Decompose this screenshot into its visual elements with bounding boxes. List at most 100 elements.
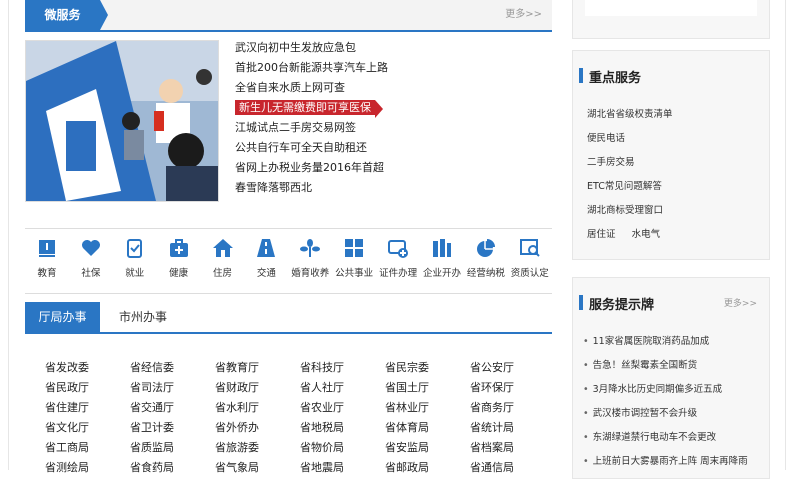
department-link[interactable]: 省住建厅 (45, 398, 130, 418)
service-business-setup[interactable]: 企业开办 (420, 229, 464, 293)
service-marriage-adoption[interactable]: 婚育收养 (288, 229, 332, 293)
service-tips-box: 服务提示牌 更多>> 11家省属医院取消药品加成 告急！丝梨霉素全国断货 3月降… (572, 277, 770, 479)
service-education[interactable]: 教育 (25, 229, 69, 293)
department-link[interactable]: 省通信局 (470, 458, 555, 478)
key-service-item[interactable]: ETC常见问题解答 (587, 175, 673, 199)
key-service-item[interactable]: 居住证 (587, 229, 616, 240)
department-link[interactable]: 省质监局 (130, 438, 215, 458)
clipboard-check-icon (126, 239, 142, 258)
tab-city-affairs[interactable]: 市州办事 (113, 302, 173, 332)
department-link[interactable]: 省档案局 (470, 438, 555, 458)
service-tips-title: 服务提示牌 (578, 294, 654, 313)
micro-service-more-link[interactable]: 更多>> (505, 0, 542, 30)
news-photo[interactable] (25, 40, 219, 202)
department-link[interactable]: 省工商局 (45, 438, 130, 458)
department-link[interactable]: 省国土厅 (385, 378, 470, 398)
news-item[interactable]: 全省自来水质上网可查 (235, 78, 555, 98)
service-certificates[interactable]: 证件办理 (376, 229, 420, 293)
micro-service-header: 微服务 更多>> (25, 0, 552, 32)
heart-hands-icon (81, 240, 100, 256)
department-link[interactable]: 省安监局 (385, 438, 470, 458)
key-service-item[interactable]: 水电气 (632, 229, 661, 240)
key-services-box: 重点服务 湖北省省级权责清单 便民电话 二手房交易 ETC常见问题解答 湖北商标… (572, 50, 770, 260)
key-service-item[interactable]: 湖北商标受理窗口 (587, 199, 673, 223)
grid-icon (345, 239, 364, 257)
department-link[interactable]: 省交通厅 (130, 398, 215, 418)
department-link[interactable]: 省民政厅 (45, 378, 130, 398)
house-icon (212, 239, 233, 257)
department-link[interactable]: 省教育厅 (215, 358, 300, 378)
service-social-security[interactable]: 社保 (69, 229, 113, 293)
certificate-search-icon (519, 239, 540, 257)
service-tip-item[interactable]: 告急！丝梨霉素全国断货 (583, 354, 765, 378)
department-link[interactable]: 省民宗委 (385, 358, 470, 378)
service-icon-bar: 教育 社保 就业 健康 住房 交通 婚育收养 公共事业 证件办理 企业开办 经营… (25, 228, 552, 294)
department-link[interactable]: 省经信委 (130, 358, 215, 378)
service-tip-item[interactable]: 3月降水比历史同期偏多近五成 (583, 378, 765, 402)
department-link[interactable]: 省水利厅 (215, 398, 300, 418)
department-link[interactable]: 省物价局 (300, 438, 385, 458)
service-transport[interactable]: 交通 (244, 229, 288, 293)
department-link[interactable]: 省体育局 (385, 418, 470, 438)
service-qualification[interactable]: 资质认定 (508, 229, 552, 293)
department-link[interactable]: 省发改委 (45, 358, 130, 378)
department-link[interactable]: 省统计局 (470, 418, 555, 438)
key-service-item[interactable]: 湖北省省级权责清单 (587, 103, 673, 127)
service-health[interactable]: 健康 (157, 229, 201, 293)
news-item[interactable]: 春雪降落鄂西北 (235, 178, 555, 198)
service-public-utilities[interactable]: 公共事业 (332, 229, 376, 293)
tab-provincial-bureaus[interactable]: 厅局办事 (25, 302, 100, 332)
department-link[interactable]: 省财政厅 (215, 378, 300, 398)
pie-chart-icon (476, 239, 495, 257)
department-link[interactable]: 省旅游委 (215, 438, 300, 458)
service-tip-item[interactable]: 上班前日大雾暴雨齐上阵 周末再降雨 (583, 450, 765, 474)
road-icon (257, 239, 276, 257)
key-service-row: 居住证 水电气 (587, 223, 673, 247)
bureau-tab-bar: 厅局办事 市州办事 (25, 302, 552, 334)
id-card-plus-icon (388, 240, 409, 258)
service-tips-more-link[interactable]: 更多>> (724, 296, 757, 309)
department-link[interactable]: 省邮政局 (385, 458, 470, 478)
micro-service-title[interactable]: 微服务 (25, 0, 108, 30)
key-service-item[interactable]: 二手房交易 (587, 151, 673, 175)
news-item[interactable]: 省网上办税业务量2016年首超 (235, 158, 555, 178)
department-link[interactable]: 省地震局 (300, 458, 385, 478)
service-tip-item[interactable]: 东湖绿道禁行电动车不会更改 (583, 426, 765, 450)
news-item-highlighted[interactable]: 新生儿无需缴费即可享医保 (235, 98, 555, 118)
department-grid: 省发改委 省经信委 省教育厅 省科技厅 省民宗委 省公安厅 省民政厅 省司法厅 省财政厅 省人社厅… (45, 358, 545, 478)
building-icon (432, 239, 451, 257)
news-list: 武汉向初中生发放应急包 首批200台新能源共享汽车上路 全省自来水质上网可查 新… (235, 38, 555, 198)
department-link[interactable]: 省科技厅 (300, 358, 385, 378)
news-item[interactable]: 武汉向初中生发放应急包 (235, 38, 555, 58)
department-link[interactable]: 省农业厅 (300, 398, 385, 418)
department-link[interactable]: 省司法厅 (130, 378, 215, 398)
left-column: 微服务 更多>> 武汉向初中生发放应急包 首批200台新能源共享汽车上路 全省自… (25, 0, 555, 474)
service-employment[interactable]: 就业 (113, 229, 157, 293)
news-item[interactable]: 首批200台新能源共享汽车上路 (235, 58, 555, 78)
department-link[interactable]: 省卫计委 (130, 418, 215, 438)
key-service-item[interactable]: 便民电话 (587, 127, 673, 151)
key-services-title: 重点服务 (578, 67, 641, 86)
department-link[interactable]: 省气象局 (215, 458, 300, 478)
medical-kit-icon (169, 239, 188, 257)
service-tip-item[interactable]: 武汉楼市调控暂不会升级 (583, 402, 765, 426)
department-link[interactable]: 省文化厅 (45, 418, 130, 438)
department-link[interactable]: 省地税局 (300, 418, 385, 438)
right-top-box (572, 0, 770, 39)
news-photo-image (26, 41, 218, 201)
department-link[interactable]: 省环保厅 (470, 378, 555, 398)
news-item[interactable]: 江城试点二手房交易网签 (235, 118, 555, 138)
service-tip-item[interactable]: 11家省属医院取消药品加成 (583, 330, 765, 354)
department-link[interactable]: 省人社厅 (300, 378, 385, 398)
department-link[interactable]: 省外侨办 (215, 418, 300, 438)
department-link[interactable]: 省商务厅 (470, 398, 555, 418)
department-link[interactable]: 省食药局 (130, 458, 215, 478)
news-item[interactable]: 公共自行车可全天自助租还 (235, 138, 555, 158)
key-services-list: 湖北省省级权责清单 便民电话 二手房交易 ETC常见问题解答 湖北商标受理窗口 … (587, 103, 673, 247)
department-link[interactable]: 省林业厅 (385, 398, 470, 418)
service-housing[interactable]: 住房 (201, 229, 245, 293)
department-link[interactable]: 省公安厅 (470, 358, 555, 378)
department-link[interactable]: 省测绘局 (45, 458, 130, 478)
service-tax[interactable]: 经营纳税 (464, 229, 508, 293)
education-icon (38, 240, 55, 257)
